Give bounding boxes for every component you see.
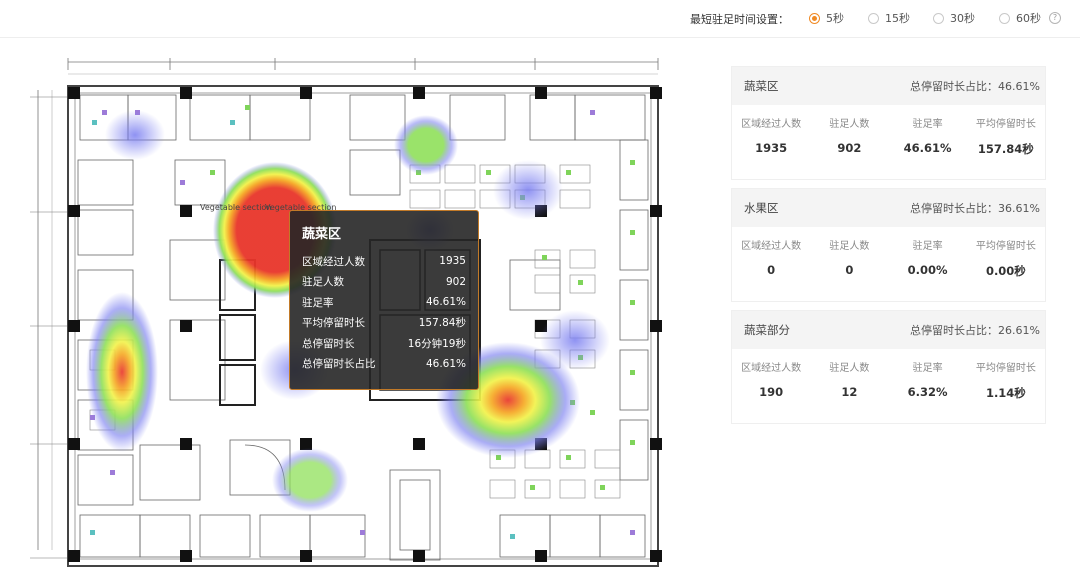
radio-dot-icon [868,12,879,24]
zone-card-header: 蔬菜部分 总停留时长占比：26.61% [732,311,1045,349]
tooltip-row-label: 驻足率 [302,296,334,309]
tooltip-row-label: 平均停留时长 [302,317,365,330]
tooltip-row-label: 区域经过人数 [302,255,365,268]
stat-stop-rate: 驻足率 0.00% [907,241,948,277]
tooltip-row: 驻足率 46.61% [302,292,466,313]
radio-option-15s[interactable]: 15秒 [868,11,910,25]
stat-passers: 区域经过人数 190 [741,363,802,399]
tooltip-row: 驻足人数 902 [302,272,466,293]
floor-plan-heatmap[interactable]: Vegetable section Vegetable section 蔬菜区 … [30,50,690,578]
tooltip-row: 总停留时长 16分钟19秒 [302,333,466,354]
stay-time-settings-bar: 最短驻足时间设置： 5秒 15秒 30秒 60秒 ? [0,0,1080,38]
stat-passers: 区域经过人数 0 [741,241,802,277]
zone-card-vegetable[interactable]: 蔬菜区 总停留时长占比：46.61% 区域经过人数 1935 驻足人数 902 驻足… [731,66,1046,180]
stat-passers: 区域经过人数 1935 [741,119,802,155]
radio-option-label: 60秒 [1016,12,1041,25]
radio-dot-icon [999,12,1010,24]
stat-stoppers: 驻足人数 12 [829,363,870,399]
tooltip-row-value: 157.84秒 [418,317,466,330]
zone-name: 水果区 [744,201,779,215]
question-circle-icon[interactable]: ? [1049,12,1061,24]
tooltip-row-value: 902 [445,275,466,288]
radio-option-5s[interactable]: 5秒 [809,11,844,25]
radio-option-60s[interactable]: 60秒 [999,11,1041,25]
tooltip-row: 平均停留时长 157.84秒 [302,313,466,334]
tooltip-row: 总停留时长占比 46.61% [302,354,466,375]
tooltip-row-value: 1935 [439,255,466,268]
zone-card-fruit[interactable]: 水果区 总停留时长占比：36.61% 区域经过人数 0 驻足人数 0 驻足率 0.00… [731,188,1046,302]
zone-card-header: 水果区 总停留时长占比：36.61% [732,189,1045,227]
stat-stop-rate: 驻足率 6.32% [907,363,948,399]
tooltip-row: 区域经过人数 1935 [302,251,466,272]
zone-stay-ratio: 总停留时长占比：46.61% [910,80,1040,93]
radio-option-30s[interactable]: 30秒 [933,11,975,25]
radio-dot-icon [809,12,820,24]
stat-stop-rate: 驻足率 46.61% [903,119,952,155]
tooltip-row-value: 46.61% [425,357,466,370]
zone-stay-ratio: 总停留时长占比：36.61% [910,202,1040,215]
radio-option-label: 5秒 [826,12,844,25]
radio-dot-icon [933,12,944,24]
stat-avg-stay: 平均停留时长 0.00秒 [975,241,1036,278]
zone-tooltip: 蔬菜区 区域经过人数 1935 驻足人数 902 驻足率 46.61% 平均停留… [289,210,479,390]
tooltip-row-value: 46.61% [425,296,466,309]
zone-name: 蔬菜区 [744,79,779,93]
zone-stay-ratio: 总停留时长占比：26.61% [910,324,1040,337]
heatmap-overlay-label: Vegetable section [200,203,271,212]
tooltip-row-label: 总停留时长占比 [302,358,376,371]
zone-name: 蔬菜部分 [744,323,790,337]
stat-avg-stay: 平均停留时长 157.84秒 [975,119,1036,156]
radio-option-label: 30秒 [950,12,975,25]
stay-time-setting-label: 最短驻足时间设置： [690,13,789,26]
tooltip-title: 蔬菜区 [302,227,342,242]
tooltip-row-label: 总停留时长 [302,337,355,350]
stat-stoppers: 驻足人数 0 [829,241,870,277]
zone-card-header: 蔬菜区 总停留时长占比：46.61% [732,67,1045,105]
tooltip-row-value: 16分钟19秒 [407,337,466,350]
stat-stoppers: 驻足人数 902 [829,119,870,155]
radio-option-label: 15秒 [885,12,910,25]
stat-avg-stay: 平均停留时长 1.14秒 [975,363,1036,400]
tooltip-row-label: 驻足人数 [302,276,344,289]
zone-card-vegetable-part[interactable]: 蔬菜部分 总停留时长占比：26.61% 区域经过人数 190 驻足人数 12 驻足率… [731,310,1046,424]
